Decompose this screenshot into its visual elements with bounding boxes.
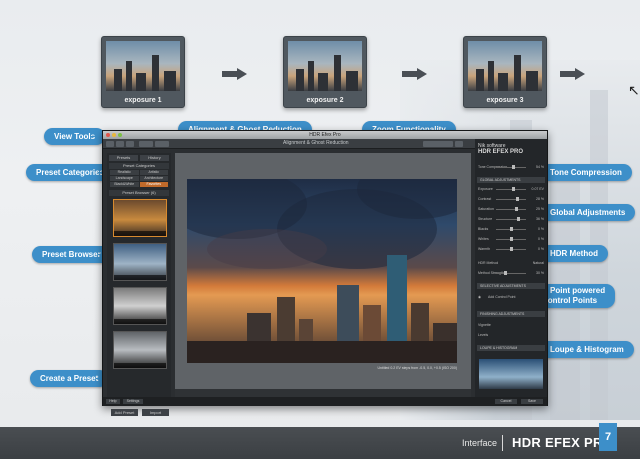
exposure-image — [288, 41, 362, 91]
section-finishing-adjustments[interactable]: FINISHING ADJUSTMENTS — [477, 311, 545, 317]
hdr-efex-window: HDR Efex Pro Alignment & Ghost Reduction… — [102, 130, 548, 416]
arrow-right-icon — [560, 68, 586, 80]
zoom-control[interactable] — [423, 141, 453, 147]
callout-tone-compression: Tone Compression — [540, 164, 632, 181]
exposure-label: exposure 2 — [306, 97, 344, 104]
section-global-adjustments[interactable]: GLOBAL ADJUSTMENTS — [477, 177, 545, 183]
contrast-slider[interactable]: Contrast 28 % — [478, 197, 544, 202]
preset-buttons: Add Preset Import — [111, 409, 169, 416]
settings-button[interactable]: Settings — [123, 399, 143, 404]
footer-product-name: HDR EFEX PRO — [512, 435, 614, 450]
preset-thumbnail[interactable] — [113, 243, 167, 281]
callout-hdr-method: HDR Method — [540, 245, 608, 262]
category-favorites[interactable]: Favorites — [139, 182, 168, 187]
image-viewer[interactable]: Untitled 0.2 EV steps from -0.5, 0.0, +0… — [175, 153, 471, 397]
arrow-right-icon — [402, 68, 428, 80]
zoom-window-icon[interactable] — [118, 133, 122, 137]
footer-section-label: Interface — [461, 438, 497, 448]
exposure-thumbnail-3: exposure 3 — [463, 36, 547, 108]
exposure-thumbnail-1: exposure 1 — [101, 36, 185, 108]
footer-divider — [502, 435, 503, 451]
import-preset-button[interactable]: Import — [142, 409, 169, 416]
viewer-mode-label: Alignment & Ghost Reduction — [283, 140, 349, 146]
category-architecture[interactable]: Architecture — [139, 176, 168, 181]
tab-presets[interactable]: Presets — [109, 155, 138, 161]
split-view-icon[interactable] — [116, 141, 124, 147]
right-panel: Nik software HDR EFEX PRO Tone Compressi… — [475, 139, 547, 397]
blacks-slider[interactable]: Blacks 0 % — [478, 227, 544, 232]
brand-logo: Nik software HDR EFEX PRO — [478, 143, 523, 155]
exposure-label: exposure 3 — [486, 97, 524, 104]
section-selective-adjustments[interactable]: SELECTIVE ADJUSTMENTS — [477, 283, 545, 289]
help-button[interactable]: Help — [106, 399, 120, 404]
arrow-right-icon — [222, 68, 248, 80]
hdr-preview-image[interactable] — [187, 179, 457, 363]
category-realistic[interactable]: Realistic — [110, 170, 139, 175]
saturation-slider[interactable]: Saturation 25 % — [478, 207, 544, 212]
exposure-slider[interactable]: Exposure 0.07 EV — [478, 187, 544, 192]
callout-upoint-line1: U Point powered — [542, 286, 606, 295]
method-strength-slider[interactable]: Method Strength 30 % — [478, 271, 544, 276]
mouse-cursor-icon: ↖ — [628, 82, 640, 98]
category-artistic[interactable]: Artistic — [139, 170, 168, 175]
close-window-icon[interactable] — [106, 133, 110, 137]
exposure-image — [106, 41, 180, 91]
bottom-bar: Help Settings Cancel Save — [103, 397, 547, 406]
window-titlebar: HDR Efex Pro — [103, 131, 547, 139]
viewer-status-bar — [175, 389, 471, 397]
minimize-window-icon[interactable] — [112, 133, 116, 137]
exposure-thumbnail-2: exposure 2 — [283, 36, 367, 108]
exposure-label: exposure 1 — [124, 97, 162, 104]
alignment-toggle[interactable] — [139, 141, 153, 147]
warmth-slider[interactable]: Warmth 0 % — [478, 247, 544, 252]
category-black-white[interactable]: Black&White — [110, 182, 139, 187]
loupe-view — [479, 359, 543, 389]
preset-thumbnail[interactable] — [113, 331, 167, 369]
save-button[interactable]: Save — [521, 399, 543, 404]
category-landscape[interactable]: Landscape — [110, 176, 139, 181]
levels-row[interactable]: Levels — [478, 333, 544, 338]
side-by-side-view-icon[interactable] — [126, 141, 134, 147]
left-panel-tabs: Presets History — [109, 155, 169, 161]
cancel-button[interactable]: Cancel — [495, 399, 517, 404]
page: exposure 1 exposure 2 exposure 3 ↖ View … — [0, 0, 640, 459]
page-number: 7 — [599, 423, 617, 451]
section-loupe-histogram[interactable]: LOUPE & HISTOGRAM — [477, 345, 545, 351]
ghost-reduction-toggle[interactable] — [155, 141, 169, 147]
structure-slider[interactable]: Structure 36 % — [478, 217, 544, 222]
preset-thumbnail[interactable] — [113, 199, 167, 237]
page-footer: Interface HDR EFEX PRO — [0, 427, 640, 459]
add-control-point-button[interactable]: ◉ Add Control Point — [478, 295, 544, 300]
tone-compression-slider[interactable]: Tone Compression 54 % — [478, 165, 544, 170]
whites-slider[interactable]: Whites 0 % — [478, 237, 544, 242]
preset-browser-header: Preset Browser (6) — [109, 190, 169, 196]
callout-loupe-histogram: Loupe & Histogram — [540, 341, 634, 358]
callout-upoint-line2: Control Points — [542, 296, 598, 305]
brand-product: HDR EFEX PRO — [478, 149, 524, 155]
vignette-row[interactable]: Vignette — [478, 323, 544, 328]
exposure-image — [468, 41, 542, 91]
photo-caption: Untitled 0.2 EV steps from -0.5, 0.0, +0… — [377, 366, 457, 370]
control-point-icon: ◉ — [478, 295, 482, 299]
preset-thumbnail[interactable] — [113, 287, 167, 325]
background-color-icon[interactable] — [455, 141, 463, 147]
add-preset-button[interactable]: Add Preset — [111, 409, 138, 416]
preset-categories-header: Preset Categories — [109, 163, 169, 169]
single-view-icon[interactable] — [106, 141, 114, 147]
callout-global-adjustments: Global Adjustments — [540, 204, 636, 221]
tab-history[interactable]: History — [140, 155, 169, 161]
hdr-method-select[interactable]: HDR Method Natural — [478, 261, 544, 266]
preset-category-grid: Realistic Artistic Landscape Architectur… — [110, 170, 168, 187]
left-panel: Presets History Preset Categories Realis… — [107, 153, 171, 416]
